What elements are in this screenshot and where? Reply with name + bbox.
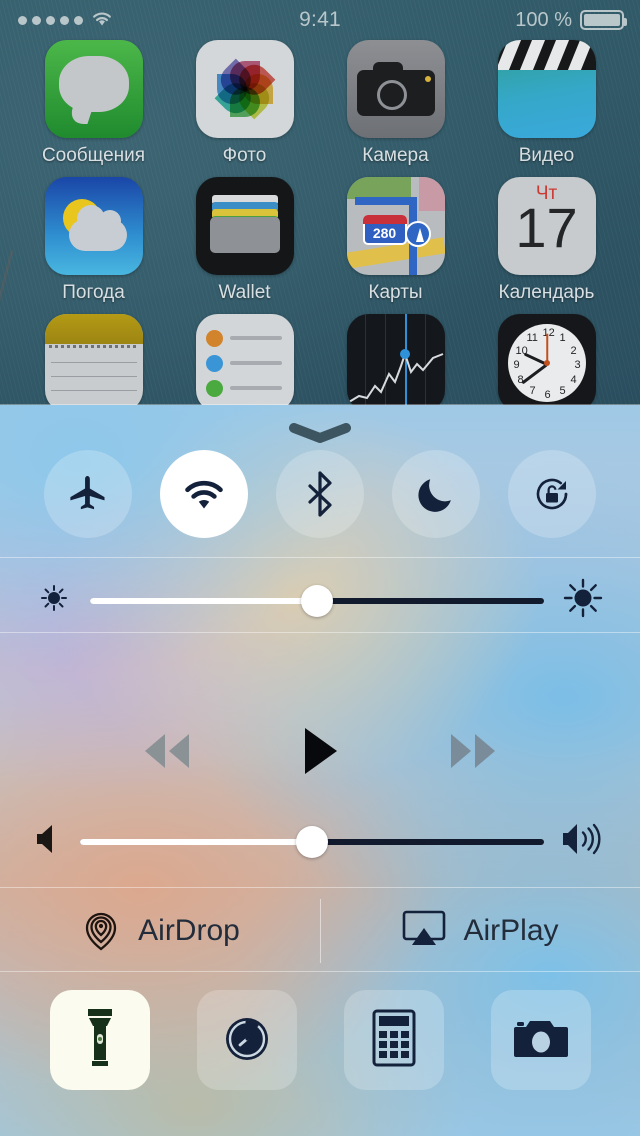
bluetooth-icon (305, 471, 335, 517)
share-divider (320, 899, 321, 963)
media-controls (0, 725, 640, 782)
timer-icon (219, 1010, 275, 1071)
moon-icon (415, 473, 457, 515)
app-weather[interactable]: Погода (34, 177, 154, 304)
brightness-low-icon (34, 578, 74, 623)
airdrop-label: AirDrop (138, 914, 240, 947)
brightness-high-icon (560, 575, 606, 626)
app-label: Фото (222, 145, 267, 166)
wifi-icon (181, 476, 227, 512)
volume-high-icon (560, 820, 606, 863)
maps-icon: 280 (346, 177, 445, 275)
weather-icon (44, 177, 143, 275)
control-center-panel: AirDrop AirPlay (0, 405, 640, 1136)
app-row: Сообщения Фото Камера Видео (0, 40, 640, 167)
calculator-icon (372, 1009, 416, 1072)
home-screen: Сообщения Фото Камера Видео Погода Walle… (0, 40, 640, 420)
app-row: Погода Wallet 280 Карты Чт 17 Календарь (0, 177, 640, 304)
app-reminders[interactable] (185, 314, 305, 412)
share-row: AirDrop AirPlay (0, 891, 640, 971)
clock-icon: 12 1 2 3 4 5 6 7 8 9 10 11 (497, 314, 596, 412)
airplay-button[interactable]: AirPlay (320, 891, 640, 971)
camera-icon (346, 40, 445, 138)
camera-icon (512, 1015, 570, 1066)
app-label: Wallet (218, 282, 271, 303)
notes-icon (44, 314, 143, 412)
brightness-slider-row (0, 575, 640, 626)
airplay-label: AirPlay (463, 914, 559, 947)
airdrop-button[interactable]: AirDrop (0, 891, 320, 971)
app-stocks[interactable] (336, 314, 456, 412)
app-maps[interactable]: 280 Карты (336, 177, 456, 304)
bluetooth-toggle[interactable] (276, 450, 364, 538)
app-photos[interactable]: Фото (185, 40, 305, 167)
app-label: Календарь (498, 282, 595, 303)
shortcut-row (0, 990, 640, 1090)
brightness-slider[interactable] (90, 584, 544, 617)
photos-icon (195, 40, 294, 138)
airplay-icon (401, 908, 447, 955)
battery-percentage: 100 % (515, 8, 572, 31)
reminders-icon (195, 314, 294, 412)
app-videos[interactable]: Видео (487, 40, 607, 167)
battery-full-icon (580, 10, 627, 30)
volume-mute-icon (34, 821, 64, 862)
volume-slider[interactable] (80, 825, 544, 858)
app-label: Погода (62, 282, 125, 303)
grabber-handle[interactable] (289, 423, 351, 448)
flashlight-button[interactable] (49, 990, 150, 1090)
app-label: Видео (518, 145, 575, 166)
toggle-row (0, 450, 640, 538)
app-label: Сообщения (41, 145, 146, 166)
calendar-day: 17 (515, 196, 578, 259)
app-label: Камера (362, 145, 429, 166)
flashlight-icon (80, 1007, 120, 1074)
wifi-toggle[interactable] (160, 450, 248, 538)
status-bar: 9:41 100 % (0, 0, 640, 40)
calculator-button[interactable] (343, 990, 444, 1090)
play-button[interactable] (299, 725, 341, 782)
camera-button[interactable] (490, 990, 591, 1090)
app-messages[interactable]: Сообщения (34, 40, 154, 167)
highway-shield: 280 (362, 215, 407, 245)
videos-icon (497, 40, 596, 138)
stocks-icon (346, 314, 445, 412)
airplane-icon (66, 472, 110, 516)
app-clock[interactable]: 12 1 2 3 4 5 6 7 8 9 10 11 (487, 314, 607, 412)
do-not-disturb-toggle[interactable] (392, 450, 480, 538)
section-divider (0, 557, 640, 558)
volume-slider-row (0, 820, 640, 863)
rewind-button[interactable] (135, 728, 199, 779)
app-camera[interactable]: Камера (336, 40, 456, 167)
calendar-icon: Чт 17 (497, 177, 596, 275)
messages-icon (44, 40, 143, 138)
section-divider (0, 971, 640, 972)
app-calendar[interactable]: Чт 17 Календарь (487, 177, 607, 304)
rotation-lock-toggle[interactable] (508, 450, 596, 538)
airdrop-icon (80, 906, 122, 957)
status-bar-right: 100 % (515, 8, 627, 32)
app-row: 12 1 2 3 4 5 6 7 8 9 10 11 (0, 314, 640, 412)
wallet-icon (195, 177, 294, 275)
section-divider (0, 632, 640, 633)
app-label: Карты (368, 282, 423, 303)
rotation-lock-icon (530, 472, 574, 516)
timer-button[interactable] (196, 990, 297, 1090)
section-divider (0, 887, 640, 888)
airplane-mode-toggle[interactable] (44, 450, 132, 538)
fast-forward-button[interactable] (441, 728, 505, 779)
app-wallet[interactable]: Wallet (185, 177, 305, 304)
app-notes[interactable] (34, 314, 154, 412)
